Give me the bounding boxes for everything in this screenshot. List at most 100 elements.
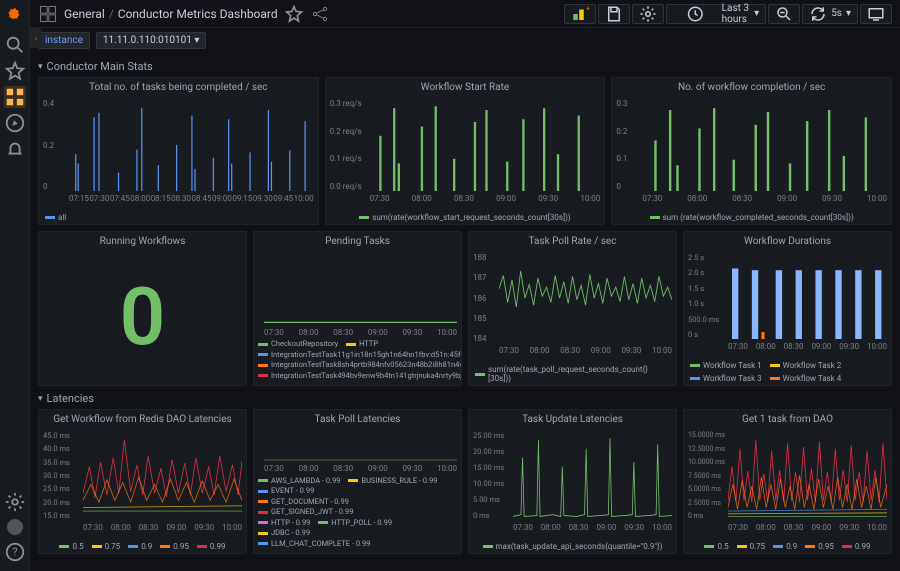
- left-sidebar: ?: [0, 0, 30, 571]
- panel-title: Get Workflow from Redis DAO Latencies: [39, 410, 246, 427]
- panel-title: Running Workflows: [39, 232, 246, 249]
- panel-title: Workflow Start Rate: [326, 78, 605, 95]
- y-axis: 25.00 ms20.00 ms15.00 ms10.00 ms5.00 ms0…: [473, 431, 504, 520]
- add-panel-button[interactable]: +: [564, 4, 596, 24]
- chart-area: [499, 253, 672, 343]
- panel-title: No. of workflow completion / sec: [612, 78, 891, 95]
- panel-poll-latencies[interactable]: Task Poll Latencies 07:3008:0008:3009:00…: [253, 409, 462, 554]
- panel-title: Get 1 task from DAO: [684, 410, 891, 427]
- chart-area: [83, 431, 242, 520]
- panel-title: Task Poll Latencies: [254, 410, 461, 427]
- section-latencies[interactable]: ▾Latencies: [38, 392, 892, 405]
- refresh-interval: 5s: [831, 8, 842, 19]
- x-axis: 07:3008:0008:3009:0009:3010:00: [513, 523, 672, 532]
- svg-text:+: +: [586, 5, 589, 13]
- dashboards-icon[interactable]: [4, 86, 26, 108]
- x-axis: 07:3008:0008:3009:0009:3010:00: [83, 523, 242, 532]
- panel-poll-rate[interactable]: Task Poll Rate / sec 188187186185184 07:…: [468, 231, 677, 386]
- chevron-down-icon: ▾: [846, 8, 851, 19]
- legend: sum(rate(workflow_start_request_seconds_…: [326, 211, 605, 224]
- help-icon[interactable]: ?: [4, 541, 26, 563]
- x-axis: 07:3008:0008:3009:0009:3010:00: [264, 328, 457, 337]
- y-axis: 0.40.20: [43, 99, 54, 191]
- panel-start-rate[interactable]: Workflow Start Rate 0.3 req/s0.2 req/s0.…: [325, 77, 606, 225]
- grafana-logo-icon[interactable]: [6, 6, 24, 24]
- explore-icon[interactable]: [4, 112, 26, 134]
- configuration-icon[interactable]: [4, 491, 26, 513]
- chevron-down-icon: ▾: [38, 62, 43, 72]
- section-main-stats[interactable]: ▾Conductor Main Stats: [38, 60, 892, 73]
- chart-area: [728, 253, 887, 339]
- panel-running-workflows[interactable]: Running Workflows 0: [38, 231, 247, 386]
- legend: all: [39, 211, 318, 224]
- chevron-down-icon: ▾: [754, 8, 759, 19]
- star-dashboard-icon[interactable]: [284, 4, 304, 24]
- topbar: General / Conductor Metrics Dashboard + …: [30, 0, 900, 28]
- star-icon[interactable]: [4, 60, 26, 82]
- save-button[interactable]: [598, 4, 630, 24]
- legend: max(task_update_api_seconds{quantile="0.…: [469, 540, 676, 553]
- panel-update-latencies[interactable]: Task Update Latencies 25.00 ms20.00 ms15…: [468, 409, 677, 554]
- y-axis: 15.0000 ms12.5000 ms10.0000 ms7.5000 ms5…: [688, 431, 725, 520]
- chart-area: [513, 431, 672, 520]
- share-icon[interactable]: [310, 4, 330, 24]
- panel-title: Pending Tasks: [254, 232, 461, 249]
- alerting-icon[interactable]: [4, 138, 26, 160]
- zoom-out-button[interactable]: [768, 4, 800, 24]
- legend: AWS_LAMBDA - 0.99 BUSINESS_RULE - 0.99 E…: [254, 475, 461, 553]
- chart-area: [264, 431, 457, 461]
- variable-name[interactable]: instance: [38, 32, 90, 49]
- chart-area: [642, 99, 887, 191]
- user-avatar[interactable]: [7, 519, 23, 535]
- y-axis: 2.5 s2.0 s1.5 s1.0 s500.0 ms0 s: [688, 253, 719, 339]
- legend: sum (rate(workflow_completed_seconds_cou…: [612, 211, 891, 224]
- time-range-label: Last 3 hours: [722, 3, 751, 25]
- chevron-down-icon: ▾: [38, 394, 43, 404]
- panel-title: Total no. of tasks being completed / sec: [39, 78, 318, 95]
- panel-total-tasks[interactable]: Total no. of tasks being completed / sec…: [38, 77, 319, 225]
- panel-grid-icon[interactable]: [38, 4, 58, 24]
- breadcrumb-folder[interactable]: General: [64, 7, 105, 21]
- x-axis: 07:1507:3007:4508:0008:1508:3008:4509:00…: [69, 194, 314, 203]
- breadcrumb[interactable]: General / Conductor Metrics Dashboard: [64, 7, 278, 21]
- variable-value[interactable]: 11.11.0.110:010101 ▾: [96, 32, 207, 49]
- legend: sum(rate(task_poll_request_seconds_count…: [469, 363, 676, 385]
- chart-area: [69, 99, 314, 191]
- chart-area: [370, 99, 601, 191]
- panel-completion[interactable]: No. of workflow completion / sec 0.30.20…: [611, 77, 892, 225]
- y-axis: 0.3 req/s0.2 req/s0.1 req/s0.0 req/s: [330, 99, 362, 191]
- refresh-button[interactable]: 5s ▾: [802, 4, 858, 24]
- y-axis: 0.30.20.10: [616, 99, 627, 191]
- breadcrumb-sep: /: [109, 7, 114, 21]
- panel-title: Task Update Latencies: [469, 410, 676, 427]
- settings-button[interactable]: [632, 4, 664, 24]
- legend: 0.5 0.75 0.9 0.95 0.99: [39, 540, 246, 553]
- dock-toggle[interactable]: ›: [30, 28, 42, 48]
- legend: CheckoutRepository HTTP IntegrationTestT…: [254, 339, 461, 385]
- panel-redis-dao[interactable]: Get Workflow from Redis DAO Latencies 45…: [38, 409, 247, 554]
- panel-title: Workflow Durations: [684, 232, 891, 249]
- panel-pending-tasks[interactable]: Pending Tasks 07:3008:0008:3009:0009:301…: [253, 231, 462, 386]
- y-axis: 188187186185184: [473, 253, 487, 343]
- legend: 0.5 0.75 0.9 0.95 0.99: [684, 540, 891, 553]
- variable-row: instance 11.11.0.110:010101 ▾: [30, 28, 900, 52]
- x-axis: 07:3008:0008:3009:0009:3010:00: [642, 194, 887, 203]
- x-axis: 07:3008:0008:3009:0009:3010:00: [264, 464, 457, 473]
- x-axis: 07:3008:0008:3009:0009:3010:00: [370, 194, 601, 203]
- x-axis: 07:3008:0008:3009:0009:3010:00: [728, 523, 887, 532]
- tv-mode-button[interactable]: [860, 4, 892, 24]
- time-range-picker[interactable]: Last 3 hours ▾: [666, 4, 766, 24]
- panel-get1task[interactable]: Get 1 task from DAO 15.0000 ms12.5000 ms…: [683, 409, 892, 554]
- breadcrumb-title[interactable]: Conductor Metrics Dashboard: [118, 7, 278, 21]
- svg-text:?: ?: [12, 546, 17, 559]
- search-icon[interactable]: [4, 34, 26, 56]
- x-axis: 07:3008:0008:3009:0009:3010:00: [728, 342, 887, 351]
- chart-area: [728, 431, 887, 520]
- y-axis: 45.0 ms40.0 ms35.0 ms30.0 ms25.0 ms20.0 …: [43, 431, 70, 520]
- stat-value: 0: [39, 249, 246, 385]
- legend: Workflow Task 1 Workflow Task 2 Workflow…: [684, 359, 891, 385]
- x-axis: 07:3008:0008:3009:0009:3010:00: [499, 346, 672, 355]
- chart-area: [264, 253, 457, 325]
- panel-title: Task Poll Rate / sec: [469, 232, 676, 249]
- panel-durations[interactable]: Workflow Durations 2.5 s2.0 s1.5 s1.0 s5…: [683, 231, 892, 386]
